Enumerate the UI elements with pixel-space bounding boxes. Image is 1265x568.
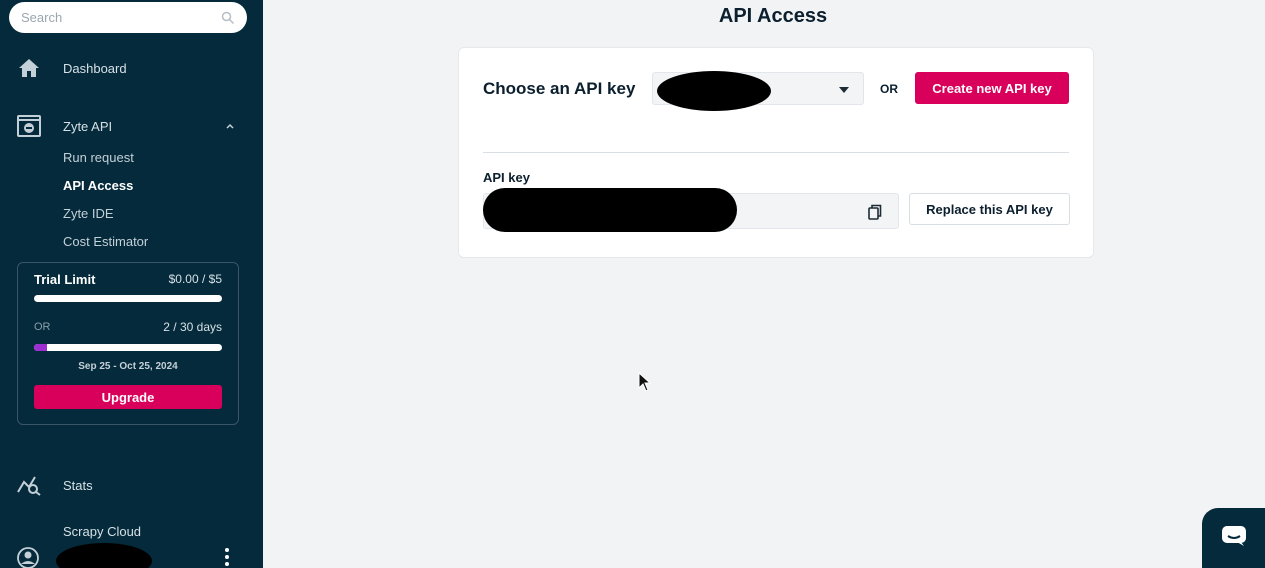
search-input[interactable]: [21, 10, 221, 25]
sidebar-item-dashboard[interactable]: Dashboard: [0, 48, 263, 88]
replace-api-key-button[interactable]: Replace this API key: [909, 193, 1070, 225]
api-key-select[interactable]: [652, 71, 864, 111]
sidebar-subitem-run-request[interactable]: Run request: [63, 150, 134, 165]
sidebar: Dashboard Zyte API Run request API Acces…: [0, 0, 263, 568]
home-icon: [17, 56, 41, 80]
api-key-field[interactable]: [483, 188, 899, 232]
zyte-api-icon: [17, 114, 41, 138]
or-label: OR: [34, 321, 51, 333]
api-key-label: API key: [483, 170, 530, 185]
sidebar-subitem-api-access[interactable]: API Access: [63, 178, 133, 193]
sidebar-item-stats[interactable]: Stats: [0, 465, 263, 505]
caret-down-icon[interactable]: [839, 87, 849, 93]
search-box[interactable]: [9, 2, 247, 33]
trial-limit-title: Trial Limit: [34, 272, 96, 287]
stats-icon: [17, 473, 41, 497]
chat-icon: [1221, 525, 1247, 552]
sidebar-item-label: Stats: [63, 477, 93, 493]
sidebar-subitem-cost-estimator[interactable]: Cost Estimator: [63, 234, 148, 249]
trial-amount: $0.00 / $5: [168, 272, 222, 286]
redacted-username: [56, 543, 152, 568]
api-access-card: Choose an API key OR Create new API key …: [458, 47, 1094, 258]
redacted-api-key: [483, 188, 737, 232]
spend-progress-bar: [34, 295, 222, 302]
sidebar-subitem-zyte-ide[interactable]: Zyte IDE: [63, 206, 114, 221]
redacted-api-key-name: [657, 71, 771, 111]
page-title: API Access: [718, 5, 828, 27]
sidebar-item-scrapy-cloud[interactable]: Scrapy Cloud: [63, 524, 141, 539]
sidebar-item-zyte-api[interactable]: Zyte API: [0, 106, 263, 146]
divider: [483, 152, 1069, 153]
create-api-key-button[interactable]: Create new API key: [915, 72, 1069, 104]
or-separator: OR: [880, 82, 898, 96]
user-row[interactable]: [0, 540, 263, 568]
mouse-cursor-icon: [638, 371, 652, 392]
more-options-icon[interactable]: [223, 548, 231, 568]
trial-days: 2 / 30 days: [163, 320, 222, 334]
trial-limit-card: Trial Limit $0.00 / $5 OR 2 / 30 days Se…: [17, 262, 239, 425]
search-icon[interactable]: [221, 11, 235, 25]
user-avatar-icon[interactable]: [17, 547, 39, 568]
upgrade-button[interactable]: Upgrade: [34, 385, 222, 409]
days-progress-fill: [34, 344, 47, 351]
sidebar-item-label: Zyte API: [63, 118, 113, 134]
trial-dates: Sep 25 - Oct 25, 2024: [78, 361, 178, 372]
chevron-up-icon[interactable]: [225, 121, 235, 131]
copy-icon[interactable]: [868, 204, 882, 220]
days-progress-bar: [34, 344, 222, 351]
choose-api-key-label: Choose an API key: [483, 79, 636, 98]
sidebar-item-label: Dashboard: [63, 60, 127, 76]
chat-support-button[interactable]: [1202, 508, 1265, 568]
